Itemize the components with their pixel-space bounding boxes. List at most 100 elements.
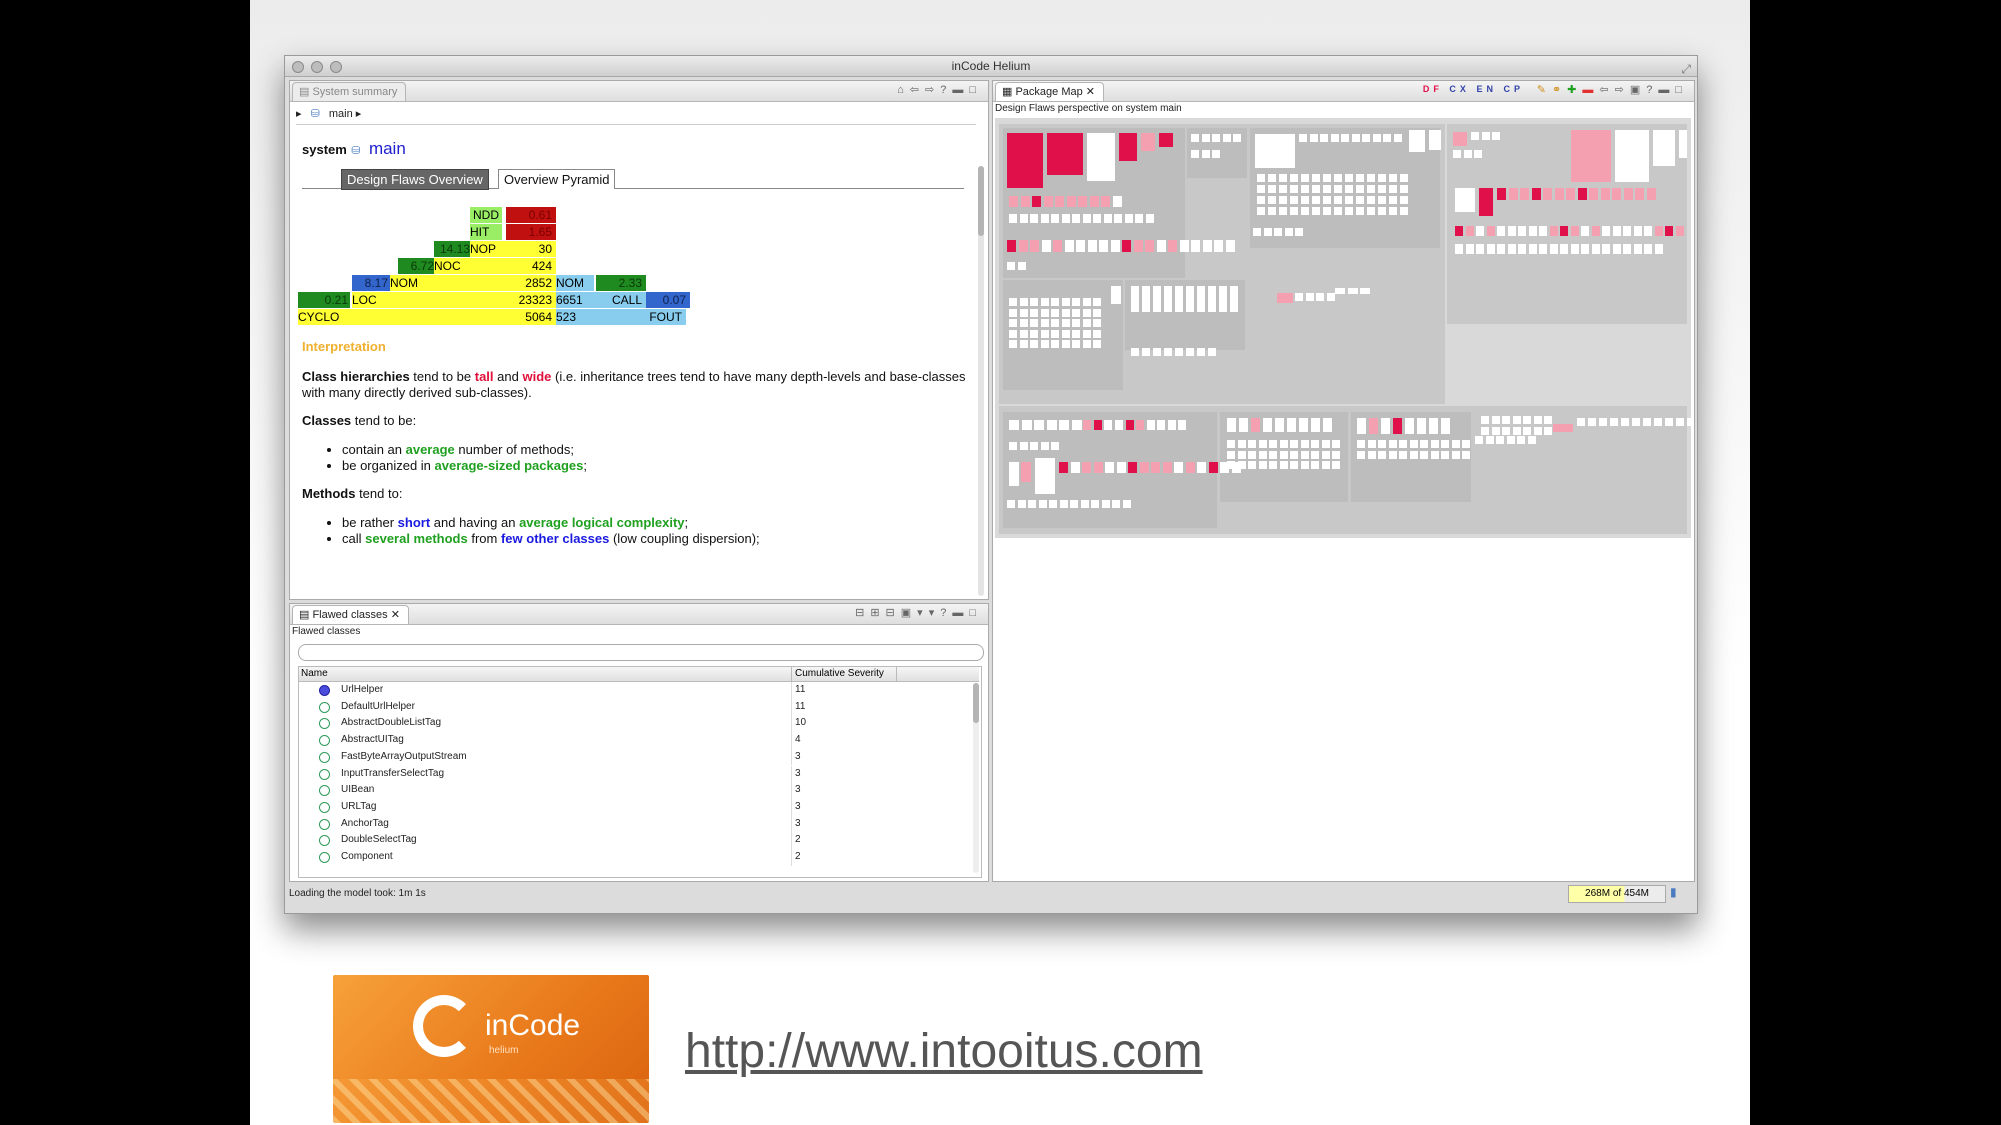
treemap-class[interactable]: [1055, 196, 1064, 207]
treemap-class[interactable]: [1321, 461, 1330, 469]
subtab-overview-pyramid[interactable]: Overview Pyramid: [498, 169, 616, 189]
treemap-class[interactable]: [1208, 348, 1216, 356]
treemap-class[interactable]: [1687, 418, 1694, 426]
save-icon[interactable]: ▣: [901, 607, 917, 619]
treemap-class[interactable]: [1481, 426, 1489, 435]
treemap-class[interactable]: [1367, 440, 1376, 448]
treemap-class[interactable]: [1263, 418, 1272, 432]
treemap-class[interactable]: [1653, 130, 1675, 166]
treemap-class[interactable]: [1549, 244, 1558, 254]
treemap-class[interactable]: [1093, 340, 1101, 348]
treemap-class[interactable]: [1330, 134, 1339, 142]
treemap-class[interactable]: [1612, 188, 1621, 200]
treemap-class[interactable]: [1341, 134, 1349, 142]
treemap-class[interactable]: [1491, 416, 1500, 424]
treemap-class[interactable]: [1381, 418, 1390, 434]
treemap-class[interactable]: [1255, 134, 1295, 168]
treemap-class[interactable]: [1323, 418, 1332, 432]
treemap-class[interactable]: [1017, 262, 1026, 270]
treemap-class[interactable]: [1230, 286, 1238, 312]
treemap-class[interactable]: [1284, 228, 1293, 236]
treemap-class[interactable]: [1497, 188, 1506, 200]
treemap-class[interactable]: [1474, 150, 1482, 158]
treemap-class[interactable]: [1581, 244, 1589, 254]
treemap-class[interactable]: [1544, 426, 1552, 435]
treemap-class[interactable]: [1441, 450, 1449, 459]
treemap-class[interactable]: [1053, 240, 1062, 252]
treemap-class[interactable]: [1051, 308, 1059, 317]
treemap-class[interactable]: [1124, 214, 1133, 223]
treemap-class[interactable]: [1320, 134, 1328, 142]
treemap-class[interactable]: [1300, 450, 1309, 459]
treemap-class[interactable]: [1141, 133, 1155, 151]
treemap-class[interactable]: [1507, 226, 1516, 236]
treemap-class[interactable]: [1070, 462, 1080, 473]
treemap-class[interactable]: [1212, 150, 1220, 158]
treemap-class[interactable]: [1007, 133, 1043, 188]
summary-scrollbar[interactable]: [978, 166, 984, 596]
treemap-class[interactable]: [1093, 308, 1101, 317]
treemap-class[interactable]: [1367, 174, 1375, 182]
treemap-class[interactable]: [1345, 207, 1353, 215]
fullscreen-icon[interactable]: ⤢: [1681, 59, 1691, 79]
treemap-class[interactable]: [1101, 196, 1110, 207]
treemap-class[interactable]: [1602, 244, 1610, 254]
minimize-view-icon[interactable]: ▬: [952, 84, 969, 96]
treemap-class[interactable]: [1491, 426, 1500, 435]
treemap-class[interactable]: [1591, 244, 1600, 254]
treemap-class[interactable]: [1030, 340, 1038, 348]
treemap-class[interactable]: [1258, 440, 1267, 448]
treemap-class[interactable]: [1581, 226, 1589, 236]
treemap-class[interactable]: [1185, 462, 1195, 473]
treemap-class[interactable]: [1076, 240, 1085, 252]
treemap-class[interactable]: [1527, 436, 1536, 444]
treemap-class[interactable]: [1017, 500, 1026, 508]
treemap-class[interactable]: [1332, 440, 1340, 448]
treemap-class[interactable]: [1009, 420, 1019, 430]
treemap-class[interactable]: [1019, 340, 1028, 348]
perspective-df-button[interactable]: DF: [1423, 84, 1443, 94]
treemap-class[interactable]: [1465, 226, 1474, 236]
treemap-class[interactable]: [1554, 188, 1564, 200]
treemap-class[interactable]: [1153, 286, 1161, 312]
treemap-class[interactable]: [1429, 418, 1438, 434]
treemap-class[interactable]: [1610, 418, 1618, 426]
treemap-class[interactable]: [1643, 418, 1651, 426]
treemap-class[interactable]: [1290, 461, 1298, 469]
treemap-class[interactable]: [1588, 418, 1596, 426]
treemap-class[interactable]: [1378, 185, 1386, 193]
treemap-class[interactable]: [1059, 500, 1068, 508]
treemap-class[interactable]: [1506, 436, 1515, 444]
treemap-class[interactable]: [1360, 288, 1370, 294]
zoom-out-icon[interactable]: ▬: [1582, 84, 1599, 96]
treemap-class[interactable]: [1323, 196, 1331, 204]
maximize-view-icon[interactable]: □: [969, 607, 982, 619]
treemap-class[interactable]: [1345, 185, 1353, 193]
treemap-class[interactable]: [1248, 440, 1256, 448]
treemap-class[interactable]: [1227, 440, 1235, 448]
treemap-class[interactable]: [1019, 329, 1028, 338]
close-tab-icon[interactable]: ✕: [388, 609, 400, 621]
treemap-class[interactable]: [1034, 420, 1044, 430]
treemap-class[interactable]: [1279, 461, 1288, 469]
treemap-class[interactable]: [1021, 462, 1031, 482]
treemap-class[interactable]: [1135, 214, 1143, 223]
treemap-class[interactable]: [1251, 418, 1260, 432]
treemap-class[interactable]: [1507, 244, 1516, 254]
treemap-class[interactable]: [1093, 420, 1102, 430]
treemap-class[interactable]: [1082, 340, 1091, 348]
treemap-class[interactable]: [1502, 416, 1510, 424]
filter-input[interactable]: [298, 644, 984, 661]
table-row[interactable]: InputTransferSelectTag 3: [299, 765, 979, 783]
treemap-class[interactable]: [1312, 196, 1320, 204]
treemap-class[interactable]: [1239, 418, 1248, 432]
treemap-class[interactable]: [1186, 348, 1194, 356]
treemap-class[interactable]: [1145, 214, 1154, 223]
treemap-class[interactable]: [1087, 240, 1097, 252]
treemap-class[interactable]: [1072, 308, 1080, 317]
treemap-class[interactable]: [1116, 462, 1126, 473]
treemap-class[interactable]: [1257, 207, 1265, 215]
treemap-class[interactable]: [1462, 440, 1470, 448]
treemap-class[interactable]: [1367, 185, 1375, 193]
back-arrow-icon[interactable]: ⇦: [910, 84, 925, 96]
